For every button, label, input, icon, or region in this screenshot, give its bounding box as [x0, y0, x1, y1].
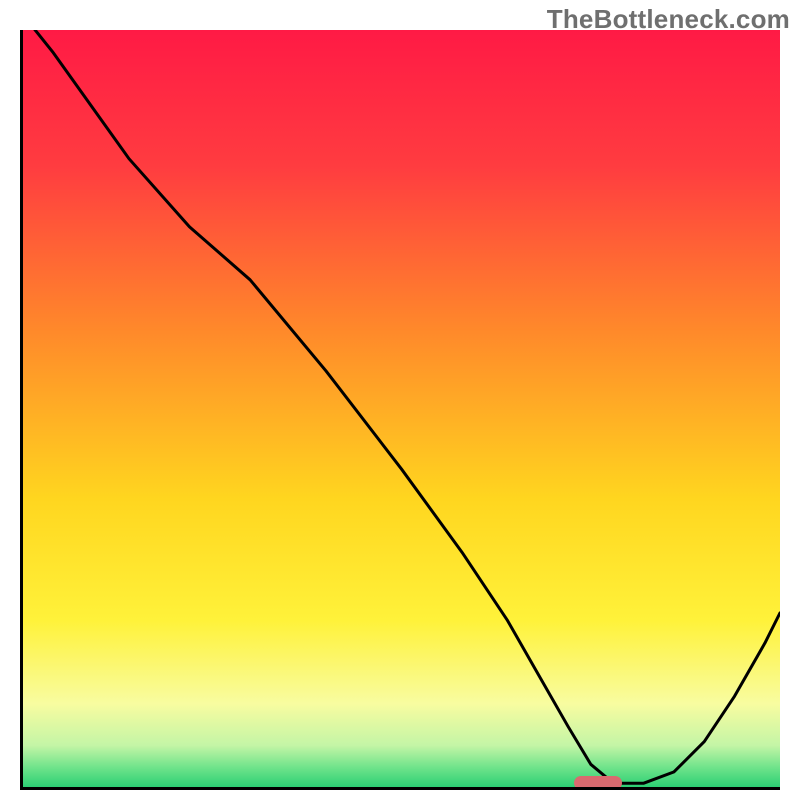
- watermark-text: TheBottleneck.com: [547, 4, 790, 35]
- curve-layer: [23, 30, 780, 787]
- optimum-marker: [574, 776, 622, 790]
- plot-area: [20, 30, 780, 790]
- bottleneck-curve: [23, 30, 780, 783]
